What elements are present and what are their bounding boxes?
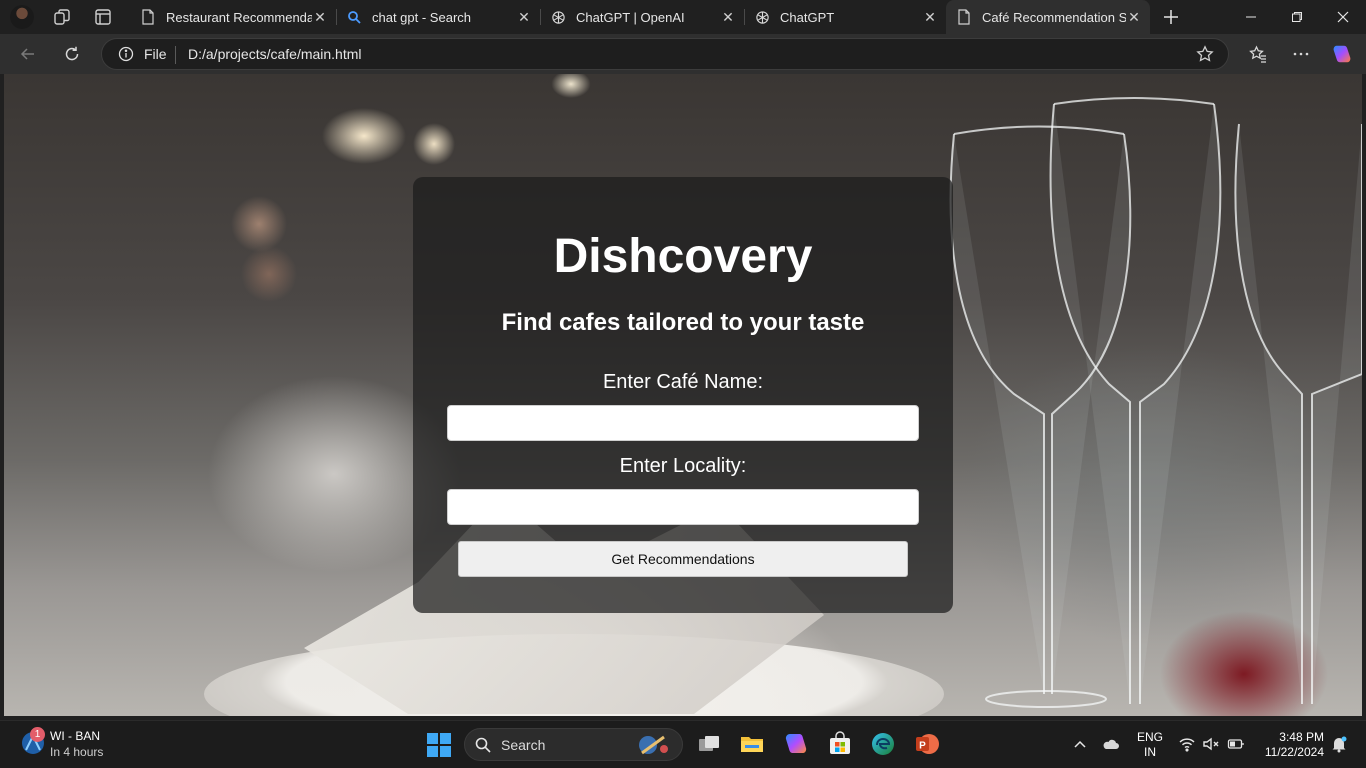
- tab-title: Restaurant Recommendatio: [166, 9, 312, 25]
- page-subtitle: Find cafes tailored to your taste: [501, 309, 865, 336]
- tab-restaurant[interactable]: Restaurant Recommendatio ✕: [130, 0, 336, 34]
- tab-chatgpt-openai[interactable]: ChatGPT | OpenAI ✕: [540, 0, 744, 34]
- edge-browser-icon[interactable]: [870, 731, 896, 757]
- widget-title[interactable]: WI - BAN: [50, 729, 100, 743]
- favorites-button[interactable]: [1247, 43, 1269, 65]
- clock[interactable]: 3:48 PM 11/22/2024: [1258, 730, 1324, 760]
- language-indicator[interactable]: ENG IN: [1137, 730, 1163, 760]
- close-window-button[interactable]: [1320, 0, 1366, 34]
- new-tab-icon[interactable]: [1161, 7, 1181, 27]
- task-view-icon[interactable]: [696, 731, 722, 757]
- copilot-icon: [1333, 45, 1351, 63]
- info-icon[interactable]: [118, 46, 134, 62]
- close-icon[interactable]: ✕: [312, 9, 328, 25]
- favorites-icon: [1248, 44, 1266, 63]
- copilot-button[interactable]: [1331, 43, 1353, 65]
- restore-icon: [1292, 12, 1302, 22]
- profile-avatar[interactable]: [10, 5, 34, 29]
- openai-icon: [550, 9, 566, 25]
- taskbar-search[interactable]: Search: [464, 728, 683, 761]
- refresh-icon: [65, 46, 79, 61]
- microsoft-store-icon[interactable]: [827, 731, 853, 757]
- tab-chatgpt[interactable]: ChatGPT ✕: [744, 0, 946, 34]
- background-wine-glasses: [949, 97, 1362, 708]
- scheme-label: File: [144, 46, 167, 62]
- settings-menu-button[interactable]: [1290, 43, 1312, 65]
- locality-label: Enter Locality:: [619, 455, 747, 477]
- url-text[interactable]: D:/a/projects/cafe/main.html: [188, 46, 362, 62]
- close-icon[interactable]: ✕: [516, 9, 532, 25]
- tab-strip: Restaurant Recommendatio ✕ chat gpt - Se…: [0, 0, 1366, 34]
- region-code: IN: [1144, 745, 1156, 759]
- minimize-button[interactable]: [1228, 0, 1274, 34]
- address-bar[interactable]: File D:/a/projects/cafe/main.html: [101, 38, 1229, 70]
- back-arrow-icon: [20, 48, 34, 60]
- notification-badge: 1: [30, 727, 45, 742]
- powerpoint-icon[interactable]: P: [914, 731, 940, 757]
- page-icon: [956, 9, 972, 25]
- search-placeholder: Search: [501, 737, 546, 753]
- tab-search[interactable]: chat gpt - Search ✕: [336, 0, 540, 34]
- search-icon: [346, 9, 362, 25]
- more-icon: [1293, 52, 1309, 56]
- copilot-app-icon[interactable]: [783, 731, 809, 757]
- close-icon[interactable]: ✕: [720, 9, 736, 25]
- battery-icon[interactable]: [1227, 735, 1245, 753]
- tab-title: chat gpt - Search: [372, 9, 471, 25]
- clock-date: 11/22/2024: [1264, 745, 1324, 759]
- wifi-icon[interactable]: [1178, 735, 1196, 753]
- svg-text:P: P: [919, 741, 926, 752]
- search-icon: [475, 737, 491, 753]
- taskbar: 1 WI - BAN In 4 hours Search P ENG IN 3:…: [0, 720, 1366, 768]
- clock-time: 3:48 PM: [1279, 730, 1324, 744]
- close-icon: [1337, 11, 1349, 23]
- onedrive-icon[interactable]: [1102, 735, 1120, 753]
- tab-title: ChatGPT | OpenAI: [576, 9, 685, 25]
- cafe-name-label: Enter Café Name:: [602, 371, 764, 393]
- tab-cafe-active[interactable]: Café Recommendation Sys ✕: [946, 0, 1150, 34]
- minimize-icon: [1246, 16, 1256, 18]
- file-explorer-icon[interactable]: [739, 731, 765, 757]
- search-card: Dishcovery Find cafes tailored to your t…: [413, 177, 953, 613]
- page-title: Dishcovery: [553, 230, 813, 283]
- openai-icon: [754, 9, 770, 25]
- close-icon[interactable]: ✕: [922, 9, 938, 25]
- page-icon: [140, 9, 156, 25]
- widget-subtitle: In 4 hours: [50, 745, 104, 759]
- search-highlight-icon: [639, 735, 668, 755]
- locality-input[interactable]: [447, 489, 919, 525]
- language-code: ENG: [1137, 730, 1164, 744]
- notification-bell-icon[interactable]: [1330, 735, 1348, 753]
- chevron-up-icon[interactable]: [1071, 735, 1089, 753]
- tab-title: ChatGPT: [780, 9, 835, 25]
- cafe-name-input[interactable]: [447, 405, 919, 441]
- get-recommendations-button[interactable]: Get Recommendations: [458, 541, 908, 577]
- tab-title: Café Recommendation Sys: [982, 9, 1126, 25]
- tab-actions-icon[interactable]: [93, 7, 113, 27]
- close-icon[interactable]: ✕: [1126, 9, 1142, 25]
- favorite-star-icon[interactable]: [1196, 45, 1214, 63]
- page-viewport: Dishcovery Find cafes tailored to your t…: [4, 74, 1362, 716]
- workspaces-icon[interactable]: [52, 7, 72, 27]
- refresh-button[interactable]: [61, 43, 83, 65]
- browser-toolbar: File D:/a/projects/cafe/main.html: [0, 34, 1366, 74]
- windows-start-icon[interactable]: [427, 733, 451, 757]
- volume-muted-icon[interactable]: [1202, 735, 1220, 753]
- restore-button[interactable]: [1274, 0, 1320, 34]
- back-button[interactable]: [17, 43, 39, 65]
